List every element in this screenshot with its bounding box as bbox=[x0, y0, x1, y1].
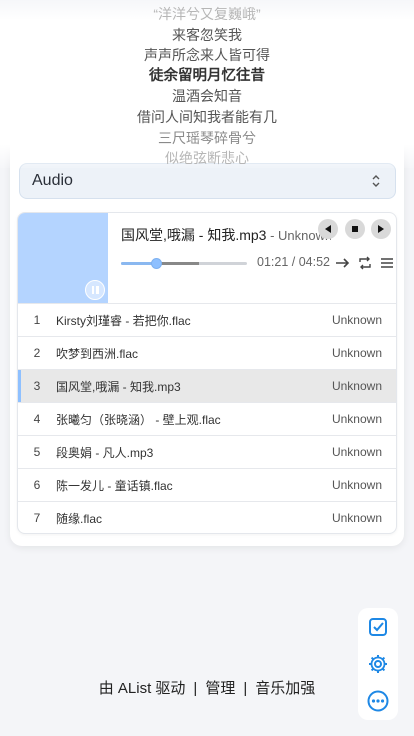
track-index: 7 bbox=[33, 511, 41, 525]
track-artist: Unknown bbox=[331, 346, 382, 360]
order-icon[interactable] bbox=[335, 255, 351, 271]
track-row[interactable]: 2 吹梦到西洲.flac Unknown bbox=[18, 336, 396, 369]
now-playing-name: 国风堂,哦漏 - 知我.mp3 bbox=[121, 227, 267, 243]
track-index: 5 bbox=[33, 445, 41, 459]
track-name: 陈一发儿 - 童话镇.flac bbox=[56, 478, 173, 493]
track-list: 1 Kirsty刘瑾睿 - 若把你.flac Unknown 2 吹梦到西洲.flac U… bbox=[18, 303, 396, 533]
track-name: 吹梦到西洲.flac bbox=[56, 346, 139, 361]
track-artist: Unknown bbox=[331, 379, 382, 393]
track-name: 段奥娟 - 凡人.mp3 bbox=[56, 445, 154, 460]
lyric-line: 声声所念来人皆可得 bbox=[144, 47, 270, 63]
track-name: 张曦匀（张晓涵） - 壁上观.flac bbox=[56, 412, 221, 427]
settings-icon[interactable] bbox=[367, 653, 389, 675]
now-playing-title: 国风堂,哦漏 - 知我.mp3 - Unknown bbox=[121, 225, 331, 245]
track-artist: Unknown bbox=[331, 478, 382, 492]
powered-by-link[interactable]: 由 AList 驱动 bbox=[99, 680, 186, 697]
type-select[interactable]: Audio bbox=[19, 163, 396, 199]
track-name: Kirsty刘瑾睿 - 若把你.flac bbox=[56, 313, 191, 328]
track-row[interactable]: 5 段奥娟 - 凡人.mp3 Unknown bbox=[18, 435, 396, 468]
track-index: 3 bbox=[33, 379, 41, 393]
track-artist: Unknown bbox=[331, 313, 382, 327]
progress-buffered bbox=[156, 262, 200, 265]
track-row[interactable]: 4 张曦匀（张晓涵） - 壁上观.flac Unknown bbox=[18, 402, 396, 435]
pause-icon[interactable] bbox=[85, 280, 105, 300]
audio-player: 国风堂,哦漏 - 知我.mp3 - Unknown 01:21 / 04:52 … bbox=[17, 212, 397, 534]
footer: 由 AList 驱动 | 管理 | 音乐加强 bbox=[0, 677, 414, 698]
more-icon[interactable] bbox=[367, 690, 389, 712]
track-name: 随缘.flac bbox=[56, 511, 103, 526]
checkbox-icon[interactable] bbox=[367, 616, 389, 638]
lyrics-panel: “洋洋兮又复巍峨” 来客忽笑我声声所念来人皆可得 徒余留明月忆往昔 温酒会知音借问人间… bbox=[0, 0, 414, 168]
track-row[interactable]: 3 国风堂,哦漏 - 知我.mp3 Unknown bbox=[18, 369, 396, 402]
track-name: 国风堂,哦漏 - 知我.mp3 bbox=[56, 379, 181, 394]
lyric-line: “洋洋兮又复巍峨” bbox=[153, 6, 261, 22]
track-index: 6 bbox=[33, 478, 41, 492]
track-row[interactable]: 6 陈一发儿 - 童话镇.flac Unknown bbox=[18, 468, 396, 501]
album-cover bbox=[18, 213, 108, 303]
progress-bar[interactable] bbox=[121, 258, 247, 269]
track-index: 4 bbox=[33, 412, 41, 426]
track-row[interactable]: 1 Kirsty刘瑾睿 - 若把你.flac Unknown bbox=[18, 303, 396, 336]
track-row[interactable]: 7 随缘.flac Unknown bbox=[18, 501, 396, 533]
track-artist: Unknown bbox=[331, 445, 382, 459]
chevron-updown-icon bbox=[369, 173, 383, 189]
lyric-line: 来客忽笑我 bbox=[172, 27, 242, 43]
lyric-line: 温酒会知音 bbox=[172, 88, 242, 104]
playlist-icon[interactable] bbox=[379, 255, 395, 271]
previous-icon[interactable] bbox=[318, 219, 338, 239]
time-display: 01:21 / 04:52 bbox=[257, 255, 330, 269]
lyric-line: 借问人间知我者能有几 bbox=[137, 109, 277, 125]
manage-link[interactable]: 管理 bbox=[205, 680, 235, 697]
stop-icon[interactable] bbox=[345, 219, 365, 239]
lyric-line: 三尺瑶琴碎骨兮 bbox=[158, 130, 256, 146]
footer-separator: | bbox=[193, 680, 198, 697]
track-artist: Unknown bbox=[331, 511, 382, 525]
footer-separator: | bbox=[243, 680, 248, 697]
lyric-line: 似绝弦断悲心 bbox=[165, 150, 249, 166]
floating-toolbar bbox=[358, 608, 398, 720]
next-icon[interactable] bbox=[371, 219, 391, 239]
loop-icon[interactable] bbox=[357, 255, 373, 271]
lyric-line: 徒余留明月忆往昔 bbox=[149, 68, 265, 84]
track-artist: Unknown bbox=[331, 412, 382, 426]
progress-thumb[interactable] bbox=[150, 258, 162, 269]
music-enhance-link[interactable]: 音乐加强 bbox=[255, 680, 315, 697]
track-index: 1 bbox=[33, 313, 41, 327]
type-select-label: Audio bbox=[32, 172, 73, 189]
track-index: 2 bbox=[33, 346, 41, 360]
